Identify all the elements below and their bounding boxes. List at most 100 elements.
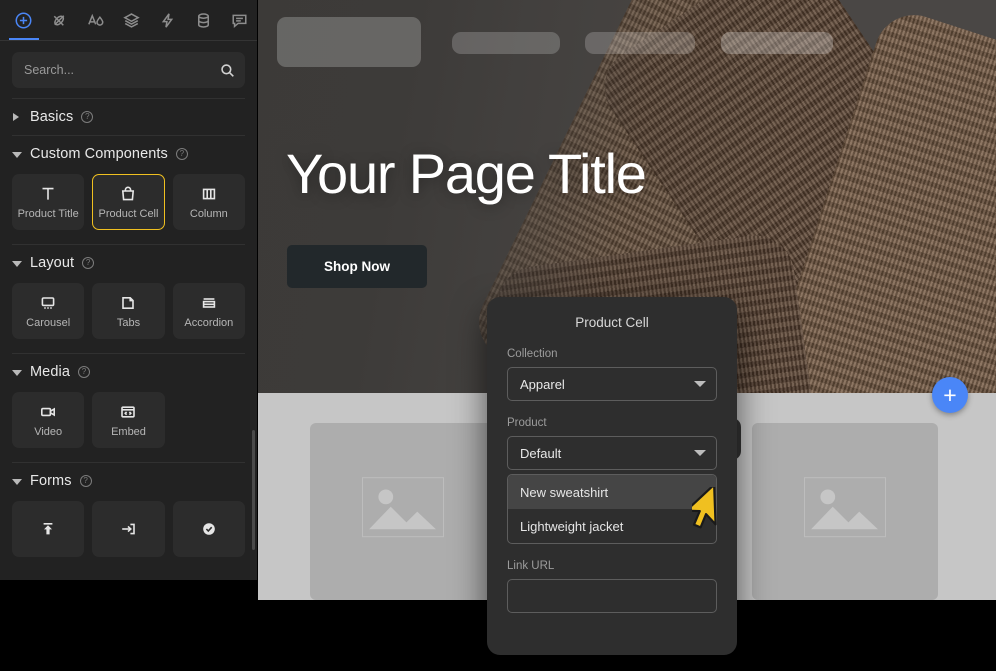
component-tile-tabs[interactable]: Tabs (92, 283, 165, 339)
component-tile-column[interactable]: Column (172, 174, 245, 230)
field-label-link-url: Link URL (507, 560, 555, 572)
layers-icon (123, 12, 140, 28)
field-product: Product Default New sweatshirt Lightweig… (507, 417, 717, 544)
plus-icon: + (943, 381, 957, 408)
help-circle-icon[interactable]: ? (175, 148, 188, 160)
nav-item-placeholder-1[interactable] (452, 32, 560, 54)
tool-typography[interactable] (78, 0, 114, 40)
help-circle-icon[interactable]: ? (81, 111, 94, 123)
nav-item-placeholder-3[interactable] (721, 32, 833, 54)
tile-grid-forms (0, 499, 257, 571)
section-title-forms: Forms (30, 473, 72, 489)
shop-now-button[interactable]: Shop Now (287, 245, 427, 288)
component-tile-product-cell[interactable]: Product Cell (92, 174, 165, 230)
chevron-down-icon[interactable] (12, 258, 22, 268)
image-placeholder-icon (362, 476, 444, 537)
chevron-down-icon[interactable] (12, 149, 22, 159)
tool-comment[interactable] (221, 0, 257, 40)
dropdown-option-lightweight-jacket[interactable]: Lightweight jacket (508, 509, 716, 543)
accordion-icon (199, 293, 219, 313)
chevron-down-icon[interactable] (12, 367, 22, 377)
image-placeholder-icon (804, 476, 886, 537)
field-label-product: Product (507, 417, 547, 429)
tool-add-circle[interactable] (6, 0, 42, 40)
component-tile-carousel[interactable]: Carousel (12, 283, 85, 339)
chevron-down-icon (694, 381, 706, 387)
brush-icon (54, 14, 65, 26)
tool-layers[interactable] (114, 0, 150, 40)
video-camera-icon (38, 402, 58, 422)
section-header-layout[interactable]: Layout ? (0, 245, 257, 281)
product-card[interactable] (310, 423, 496, 600)
component-tile-accordion[interactable]: Accordion (172, 283, 245, 339)
components-sidebar: Basics ? Custom Components ? Product Tit… (0, 0, 257, 580)
file-upload-icon (38, 519, 58, 539)
help-circle-icon[interactable]: ? (78, 366, 90, 378)
tile-grid-layout: Carousel Tabs Accordion (0, 281, 257, 353)
section-header-custom-components[interactable]: Custom Components ? (0, 136, 257, 172)
section-header-forms[interactable]: Forms ? (0, 463, 257, 499)
text-input-icon (118, 519, 138, 539)
product-card[interactable] (752, 423, 938, 600)
component-tile-checkbox[interactable] (172, 501, 245, 557)
code-embed-icon (118, 402, 138, 422)
collection-select-value: Apparel (520, 376, 565, 392)
sidebar-scrollbar[interactable] (252, 430, 255, 550)
carousel-icon (38, 293, 58, 313)
help-circle-icon[interactable]: ? (79, 475, 92, 487)
tool-brush[interactable] (42, 0, 78, 40)
product-select-value: Default (520, 445, 562, 461)
app-root: Basics ? Custom Components ? Product Tit… (0, 0, 996, 671)
database-icon (197, 12, 209, 28)
tool-bolt[interactable] (149, 0, 185, 40)
section-title-media: Media (30, 364, 70, 380)
collection-select[interactable]: Apparel (507, 367, 717, 401)
nav-item-placeholder-2[interactable] (585, 32, 695, 54)
search-container (0, 41, 257, 98)
section-header-media[interactable]: Media ? (0, 354, 257, 390)
link-url-input[interactable] (507, 579, 717, 613)
search-input[interactable] (24, 63, 220, 77)
tile-grid-custom-components: Product Title Product Cell Column (0, 172, 257, 244)
tile-label: Video (34, 426, 63, 438)
tile-label: Accordion (184, 317, 234, 329)
component-tile-product-title[interactable]: Product Title (12, 174, 85, 230)
shopping-bag-icon (118, 184, 138, 204)
search-icon[interactable] (220, 63, 235, 78)
tool-database[interactable] (185, 0, 221, 40)
columns-icon (199, 184, 219, 204)
tile-label: Embed (111, 426, 146, 438)
component-tile-text-input[interactable] (92, 501, 165, 557)
sidebar-toolbar (0, 0, 257, 41)
chevron-down-icon[interactable] (12, 476, 22, 486)
comment-icon (232, 14, 247, 28)
component-tile-embed[interactable]: Embed (92, 392, 165, 448)
dropdown-option-new-sweatshirt[interactable]: New sweatshirt (508, 475, 716, 509)
tile-label: Product Title (17, 208, 79, 220)
text-t-icon (38, 184, 58, 204)
product-dropdown-list: New sweatshirt Lightweight jacket (507, 474, 717, 544)
product-select[interactable]: Default (507, 436, 717, 470)
chevron-down-icon (694, 450, 706, 456)
chevron-right-icon[interactable] (12, 112, 22, 122)
search-box[interactable] (12, 52, 245, 88)
site-navbar (258, 0, 996, 70)
section-title-custom-components: Custom Components (30, 146, 168, 162)
field-collection: Collection Apparel (507, 348, 717, 401)
add-circle-icon (15, 12, 32, 28)
component-tile-file-upload[interactable] (12, 501, 85, 557)
tile-label: Column (189, 208, 228, 220)
tile-label: Product Cell (98, 208, 159, 220)
section-title-layout: Layout (30, 255, 75, 271)
bolt-icon (161, 12, 174, 28)
field-link-url: Link URL (507, 560, 717, 613)
help-circle-icon[interactable]: ? (82, 257, 95, 269)
add-component-button[interactable]: + (932, 377, 968, 413)
field-label-collection: Collection (507, 348, 558, 360)
logo-placeholder[interactable] (277, 17, 421, 67)
component-tile-video[interactable]: Video (12, 392, 85, 448)
modal-title: Product Cell (575, 315, 649, 330)
section-header-basics[interactable]: Basics ? (0, 99, 257, 135)
tile-grid-media: Video Embed (0, 390, 257, 462)
typography-icon (88, 13, 104, 26)
